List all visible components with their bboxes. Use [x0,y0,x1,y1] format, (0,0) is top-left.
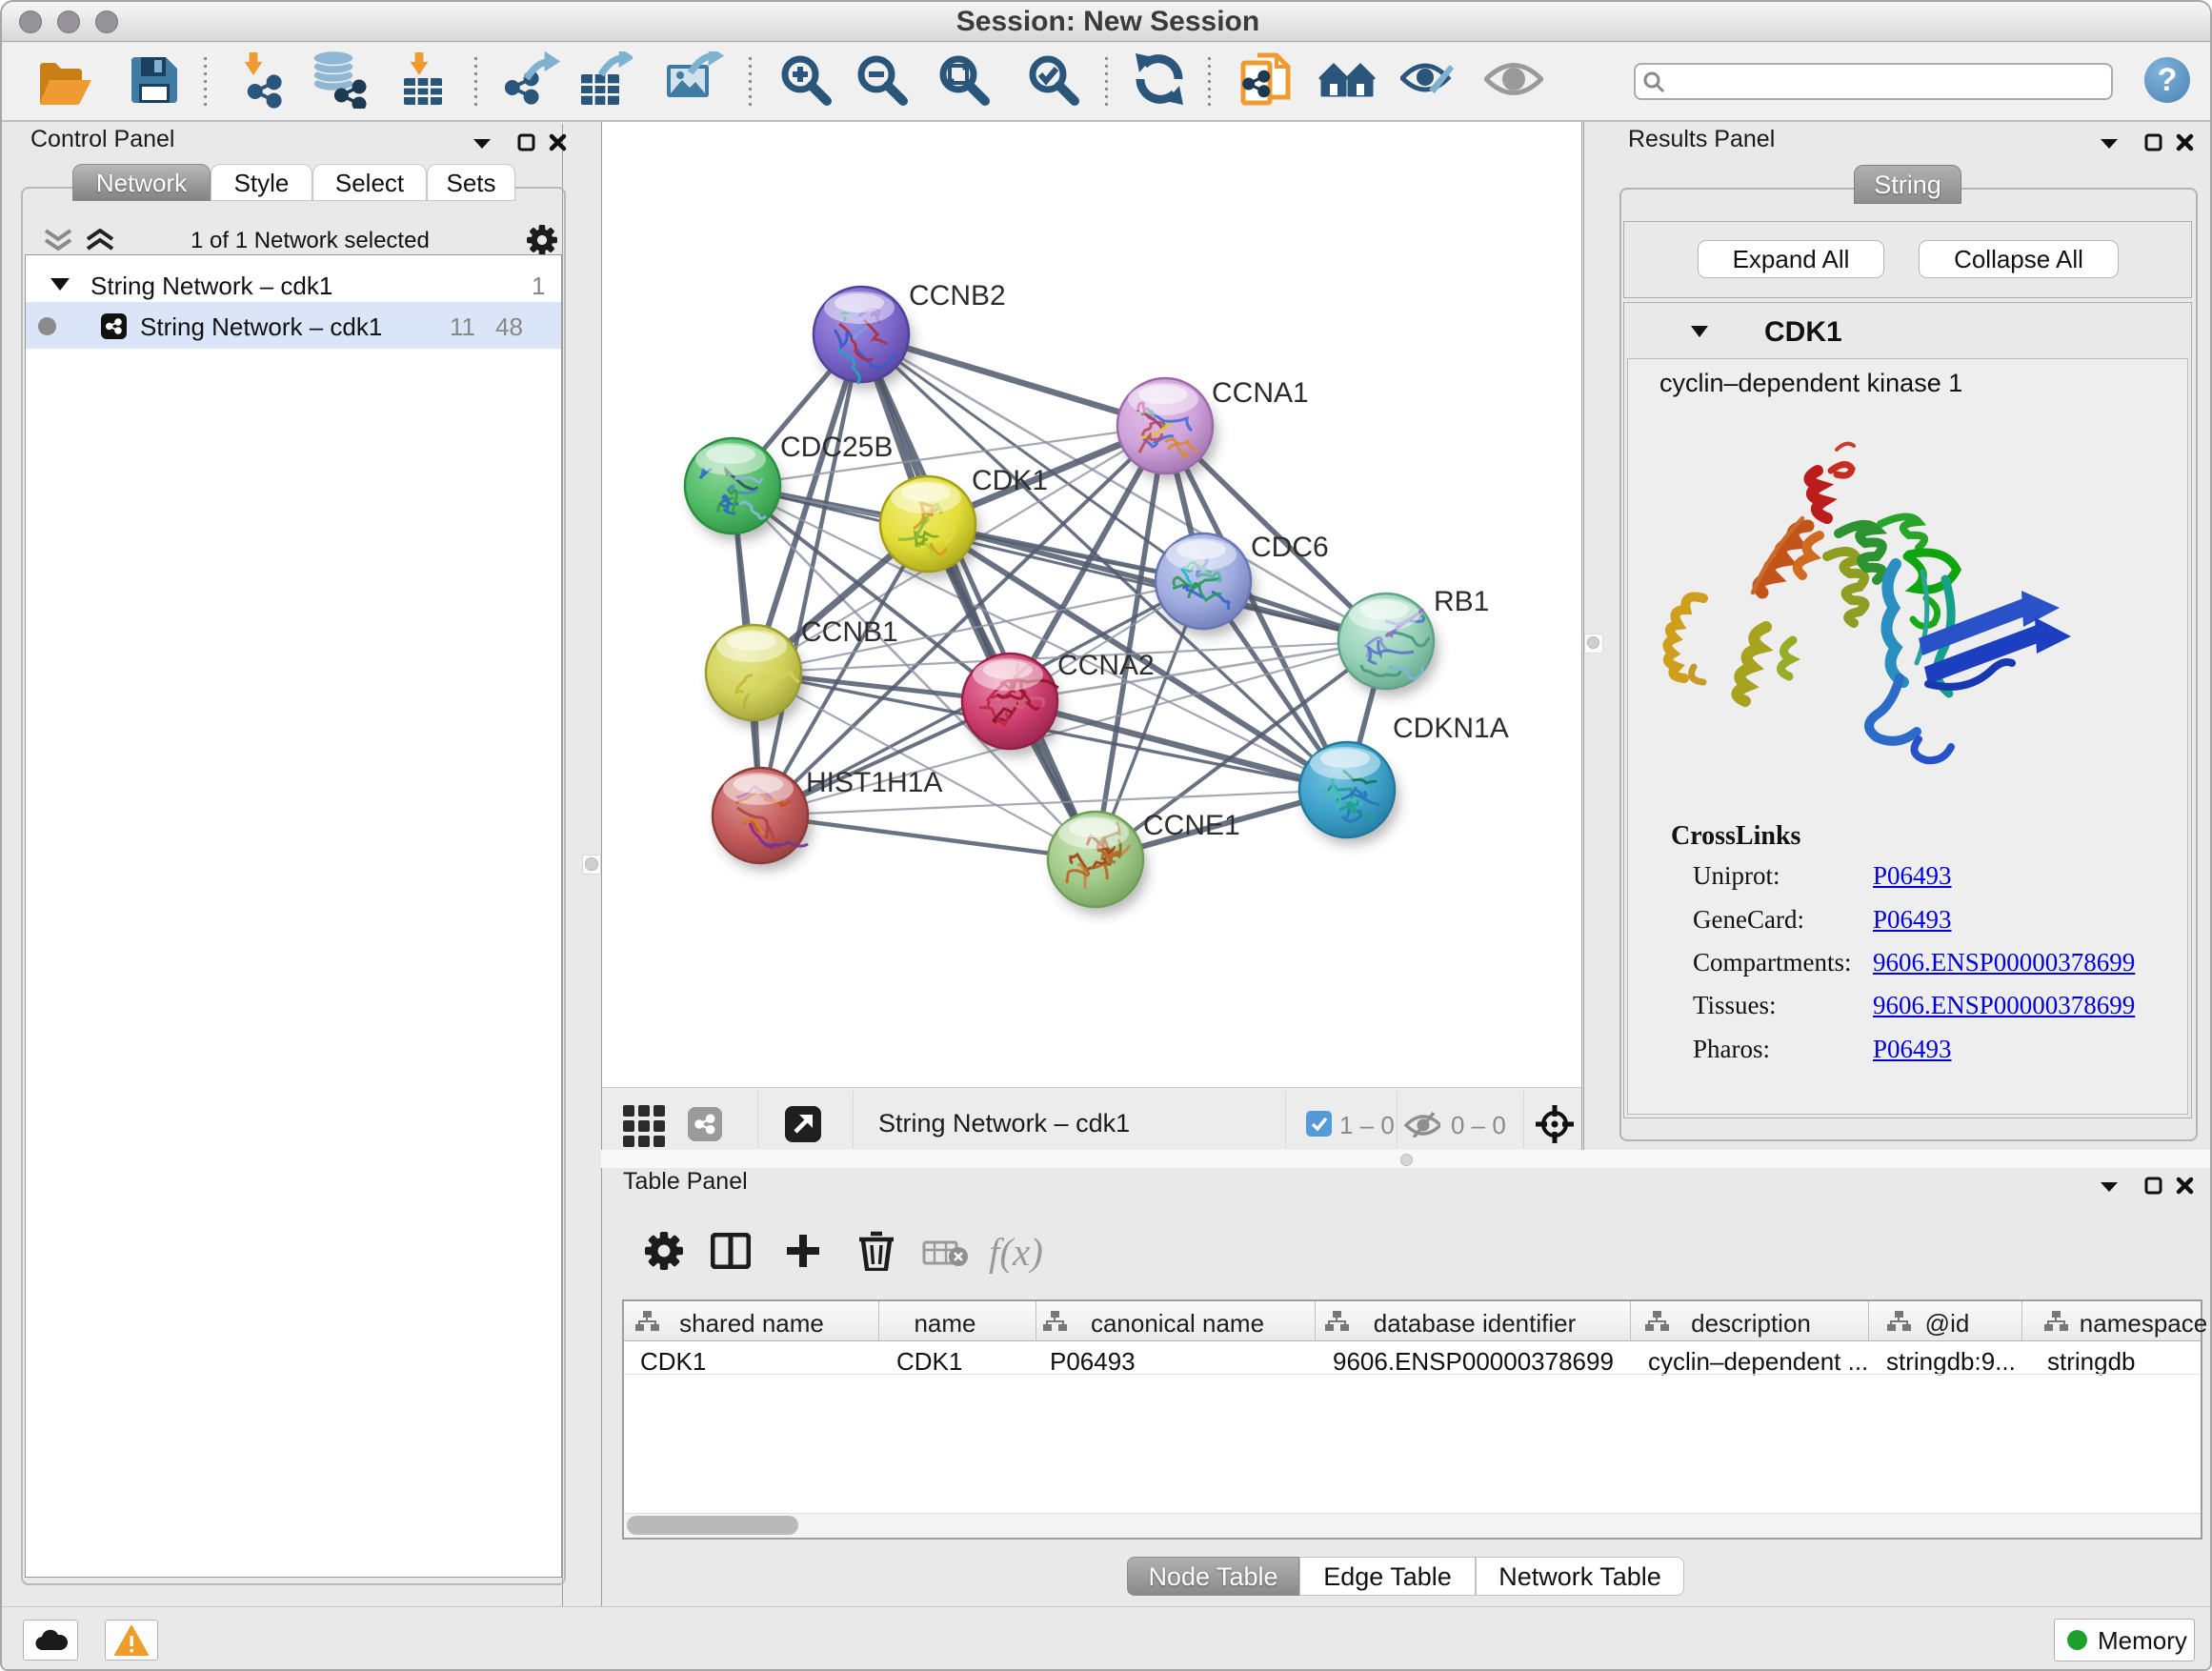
svg-text:CDK1: CDK1 [972,465,1048,496]
svg-text:CCNA1: CCNA1 [1212,377,1309,409]
svg-text:CCNB1: CCNB1 [801,616,898,648]
svg-text:CCNE1: CCNE1 [1143,810,1240,841]
svg-text:CDC25B: CDC25B [780,432,893,463]
svg-text:CCNB2: CCNB2 [909,280,1006,312]
svg-text:CCNA2: CCNA2 [1057,650,1155,681]
svg-text:RB1: RB1 [1434,586,1489,617]
svg-text:CDKN1A: CDKN1A [1393,713,1509,744]
svg-text:CDC6: CDC6 [1251,532,1329,563]
svg-text:HIST1H1A: HIST1H1A [806,767,942,798]
